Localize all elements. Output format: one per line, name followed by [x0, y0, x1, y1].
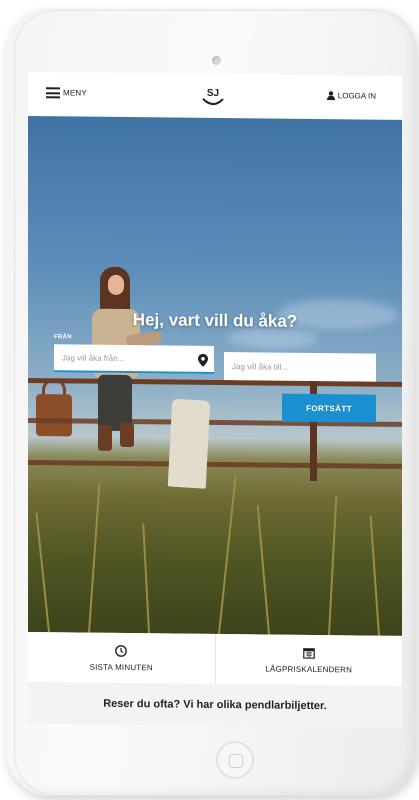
last-minute-link[interactable]: SISTA MINUTEN	[28, 632, 215, 684]
calendar-icon	[302, 647, 315, 659]
from-field[interactable]	[54, 344, 214, 374]
leather-bag	[36, 394, 72, 437]
from-input[interactable]	[54, 344, 214, 372]
grass	[328, 495, 338, 636]
grass	[369, 515, 380, 636]
woman-boot	[120, 422, 134, 448]
clock-icon	[115, 644, 128, 657]
login-label: LOGGA IN	[337, 91, 376, 101]
low-price-calendar-link[interactable]: LÅGPRISKALENDERN	[214, 633, 402, 686]
last-minute-label: SISTA MINUTEN	[89, 662, 153, 672]
search-headline: Hej, vart vill du åka?	[132, 310, 298, 331]
to-field[interactable]	[224, 352, 376, 382]
location-pin-icon[interactable]	[198, 353, 208, 367]
fence-post	[310, 376, 317, 482]
home-button[interactable]	[216, 741, 254, 779]
grass	[256, 504, 270, 635]
grass	[218, 474, 237, 635]
quicklinks-bar: SISTA MINUTEN LÅGPRISKALENDERN	[28, 632, 402, 687]
home-square-icon	[229, 754, 243, 768]
camera-dot	[212, 56, 221, 65]
from-label: FRÅN	[54, 334, 72, 341]
menu-button[interactable]: MENY	[46, 87, 87, 99]
top-navigation-bar: MENY SJ LOGGA IN	[28, 72, 402, 121]
menu-label: MENY	[63, 88, 87, 98]
screen: MENY SJ LOGGA IN Hej, vart vill du åka? …	[28, 72, 402, 728]
grass	[35, 512, 50, 633]
to-input[interactable]	[224, 352, 376, 382]
fence-rail-bottom	[28, 460, 402, 469]
logo-text: SJ	[207, 88, 219, 99]
continue-button[interactable]: FORTSÄTT	[282, 393, 376, 423]
grass	[142, 523, 150, 634]
hanging-coat	[167, 398, 211, 489]
grass	[88, 483, 101, 633]
login-button[interactable]: LOGGA IN	[326, 91, 376, 101]
user-icon	[326, 91, 335, 101]
hero-image: Hej, vart vill du åka? FRÅN FORTSÄTT	[28, 116, 402, 636]
hamburger-icon	[46, 87, 60, 99]
woman-boot	[98, 424, 112, 451]
commuter-promo-banner: Reser du ofta? Vi har olika pendlarbilje…	[28, 682, 402, 728]
low-price-calendar-label: LÅGPRISKALENDERN	[265, 663, 353, 674]
woman-face	[108, 274, 124, 296]
sj-logo[interactable]: SJ	[200, 85, 226, 109]
commuter-promo-link[interactable]: Reser du ofta? Vi har olika pendlarbilje…	[103, 698, 327, 712]
